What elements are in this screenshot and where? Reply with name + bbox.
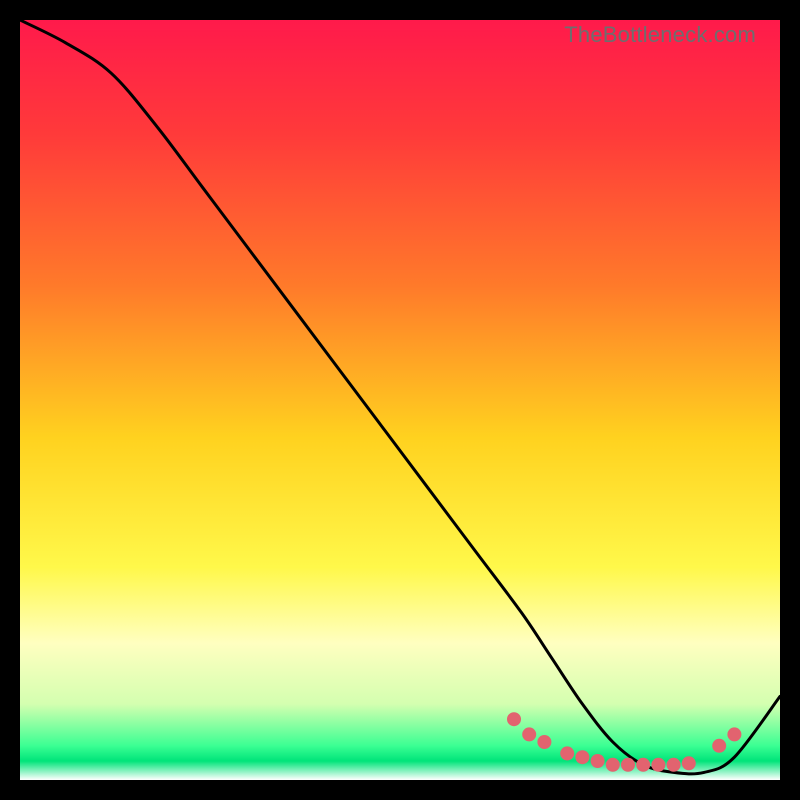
bottleneck-chart	[20, 20, 780, 780]
marker-dot	[507, 712, 521, 726]
marker-dot	[560, 746, 574, 760]
gradient-background	[20, 20, 780, 780]
marker-dot	[537, 735, 551, 749]
marker-dot	[522, 727, 536, 741]
watermark-label: TheBottleneck.com	[564, 22, 756, 48]
marker-dot	[606, 758, 620, 772]
marker-dot	[667, 758, 681, 772]
marker-dot	[591, 754, 605, 768]
marker-dot	[682, 756, 696, 770]
marker-dot	[727, 727, 741, 741]
marker-dot	[636, 758, 650, 772]
marker-dot	[651, 758, 665, 772]
marker-dot	[621, 758, 635, 772]
chart-frame: TheBottleneck.com	[20, 20, 780, 780]
marker-dot	[575, 750, 589, 764]
marker-dot	[712, 739, 726, 753]
